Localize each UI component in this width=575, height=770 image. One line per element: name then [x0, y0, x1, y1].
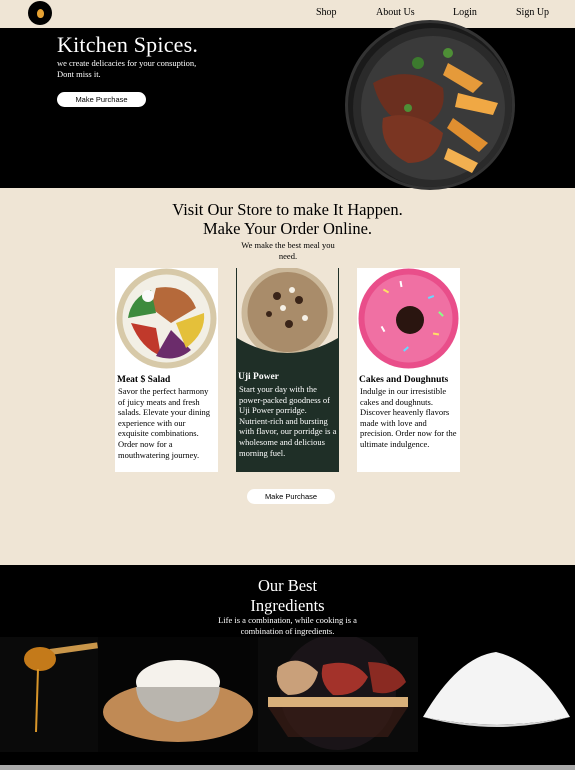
honey-dipper-image	[0, 637, 98, 752]
card-description: Start your day with the power-packed goo…	[239, 384, 337, 458]
card-cakes-doughnuts[interactable]: Cakes and Doughnuts Indulge in our irres…	[357, 268, 460, 472]
store-heading-line2: Make Your Order Online.	[202, 219, 373, 238]
ingredients-subtext: Life is a combination, while cooking is …	[218, 615, 357, 636]
nav-sign-up-link[interactable]: Sign Up	[516, 7, 549, 18]
porridge-bowl-image	[237, 268, 338, 369]
top-nav: Shop About Us Login Sign Up	[0, 0, 575, 28]
card-uji-power[interactable]: Uji Power Start your day with the power-…	[236, 268, 339, 472]
card-meat-salad[interactable]: Meat $ Salad Savor the perfect harmony o…	[115, 268, 218, 472]
hero-section: Kitchen Spices. we create delicacies for…	[0, 20, 575, 190]
brand-logo[interactable]	[28, 1, 52, 25]
hero-tagline: we create delicacies for your consuption…	[57, 58, 197, 79]
card-description: Indulge in our irresistible cakes and do…	[360, 386, 457, 449]
logo-mark-icon	[36, 8, 44, 18]
nav-login-link[interactable]: Login	[453, 7, 477, 18]
ingredients-heading-line1: Our Best	[257, 576, 318, 595]
nav-shop-link[interactable]: Shop	[316, 7, 337, 18]
card-description: Savor the perfect harmony of juicy meats…	[118, 386, 211, 460]
store-make-purchase-button[interactable]: Make Purchase	[247, 489, 335, 504]
store-subtext: We make the best meal you need.	[241, 240, 335, 261]
doughnut-image	[358, 268, 459, 369]
nav-about-us-link[interactable]: About Us	[376, 7, 415, 18]
footer-bar	[0, 765, 575, 770]
card-title: Meat $ Salad	[117, 375, 171, 385]
card-title: Uji Power	[238, 372, 279, 382]
card-title: Cakes and Doughnuts	[359, 375, 449, 385]
ingredients-section: Our Best Ingredients Life is a combinati…	[0, 565, 575, 770]
meat-board-image	[258, 637, 418, 752]
flour-and-peanuts-image	[98, 637, 258, 752]
hero-make-purchase-button[interactable]: Make Purchase	[57, 92, 146, 107]
store-heading-line1: Visit Our Store to make It Happen.	[172, 200, 403, 219]
salad-bowl-image	[116, 268, 217, 369]
ingredients-heading-line2: Ingredients	[250, 596, 325, 615]
flour-pile-image	[418, 637, 575, 752]
steak-plate-image	[345, 20, 515, 190]
hero-title: Kitchen Spices.	[57, 32, 199, 57]
